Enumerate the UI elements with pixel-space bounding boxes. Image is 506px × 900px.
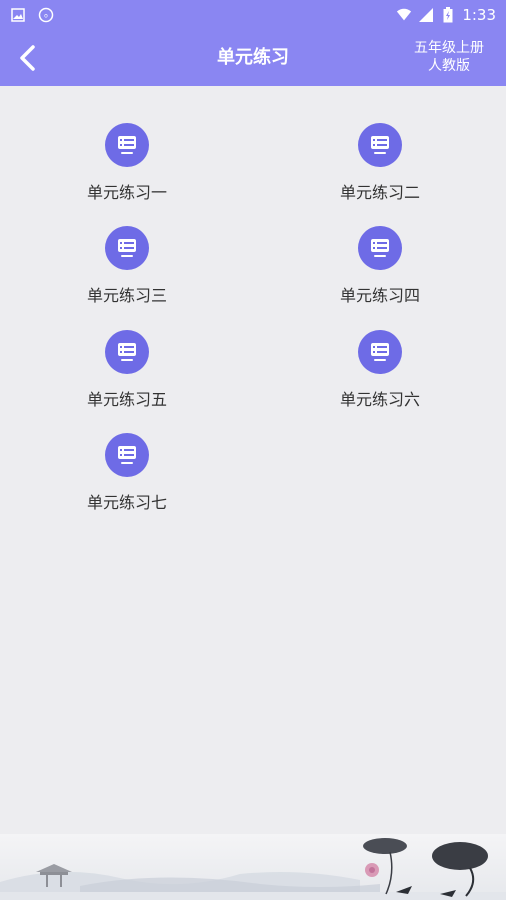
unit-label: 单元练习七 bbox=[86, 493, 167, 512]
unit-item-2[interactable]: 单元练习二 bbox=[310, 123, 450, 213]
unit-item-7[interactable]: 单元练习七 bbox=[57, 433, 197, 523]
list-icon bbox=[105, 330, 149, 374]
unit-item-6[interactable]: 单元练习六 bbox=[310, 330, 450, 420]
signal-icon bbox=[418, 7, 434, 23]
image-icon bbox=[10, 7, 26, 23]
unit-label: 单元练习二 bbox=[339, 183, 420, 202]
edition-label: 人教版 bbox=[428, 58, 470, 74]
list-icon bbox=[105, 433, 149, 477]
unit-item-4[interactable]: 单元练习四 bbox=[310, 226, 450, 316]
list-icon bbox=[358, 123, 402, 167]
grade-edition-selector[interactable]: 五年级上册 人教版 bbox=[404, 39, 494, 75]
unit-item-1[interactable]: 单元练习一 bbox=[57, 123, 197, 213]
unit-label: 单元练习六 bbox=[339, 390, 420, 409]
battery-icon bbox=[440, 7, 456, 23]
unit-label: 单元练习三 bbox=[86, 286, 167, 305]
svg-text:o: o bbox=[44, 13, 48, 20]
unit-label: 单元练习四 bbox=[339, 286, 420, 305]
app-bar: 单元练习 五年级上册 人教版 bbox=[0, 30, 506, 86]
unit-label: 单元练习五 bbox=[86, 390, 167, 409]
ink-landscape-footer bbox=[0, 834, 506, 900]
status-bar: o 1:33 bbox=[0, 0, 506, 30]
unit-label: 单元练习一 bbox=[86, 183, 167, 202]
unit-item-5[interactable]: 单元练习五 bbox=[57, 330, 197, 420]
list-icon bbox=[358, 226, 402, 270]
wifi-icon bbox=[396, 7, 412, 23]
landscape-illustration bbox=[0, 838, 506, 900]
list-icon bbox=[105, 226, 149, 270]
list-icon bbox=[358, 330, 402, 374]
app-icon: o bbox=[38, 7, 54, 23]
unit-item-3[interactable]: 单元练习三 bbox=[57, 226, 197, 316]
status-time: 1:33 bbox=[462, 6, 496, 24]
list-icon bbox=[105, 123, 149, 167]
grade-label: 五年级上册 bbox=[414, 40, 484, 56]
